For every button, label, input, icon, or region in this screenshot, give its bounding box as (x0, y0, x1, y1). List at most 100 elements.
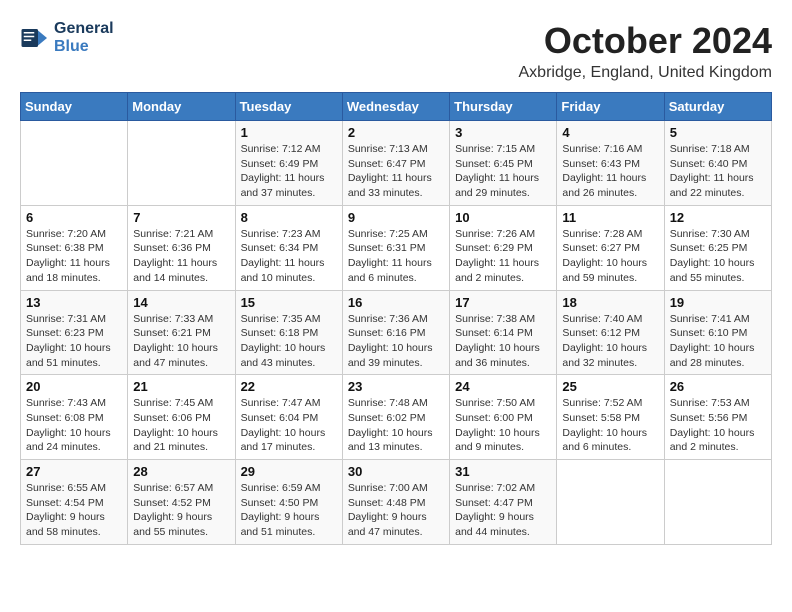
day-info: Sunrise: 7:20 AMSunset: 6:38 PMDaylight:… (26, 227, 122, 286)
calendar-cell: 26Sunrise: 7:53 AMSunset: 5:56 PMDayligh… (664, 375, 771, 460)
calendar-cell: 30 Sunrise: 7:00 AMSunset: 4:48 PMDayligh… (342, 460, 449, 545)
calendar-cell: 11 Sunrise: 7:28 AMSunset: 6:27 PMDayligh… (557, 205, 664, 290)
day-info: Sunrise: 7:18 AMSunset: 6:40 PMDaylight:… (670, 142, 766, 201)
day-number: 29 (241, 464, 337, 479)
weekday-header-row: SundayMondayTuesdayWednesdayThursdayFrid… (21, 93, 772, 121)
day-number: 22 (241, 379, 337, 394)
day-info: Sunrise: 6:57 AMSunset: 4:52 PMDaylight:… (133, 481, 229, 540)
calendar-cell: 4 Sunrise: 7:16 AMSunset: 6:43 PMDaylight… (557, 121, 664, 206)
day-info: Sunrise: 7:47 AMSunset: 6:04 PMDaylight:… (241, 396, 337, 455)
day-number: 3 (455, 125, 551, 140)
day-number: 8 (241, 210, 337, 225)
day-number: 6 (26, 210, 122, 225)
calendar-cell: 3 Sunrise: 7:15 AMSunset: 6:45 PMDaylight… (450, 121, 557, 206)
day-number: 28 (133, 464, 229, 479)
day-info: Sunrise: 7:28 AMSunset: 6:27 PMDaylight:… (562, 227, 658, 286)
calendar-cell (664, 460, 771, 545)
calendar-cell: 31 Sunrise: 7:02 AMSunset: 4:47 PMDayligh… (450, 460, 557, 545)
day-number: 27 (26, 464, 122, 479)
day-info: Sunrise: 7:26 AMSunset: 6:29 PMDaylight:… (455, 227, 551, 286)
day-number: 21 (133, 379, 229, 394)
calendar-cell: 5 Sunrise: 7:18 AMSunset: 6:40 PMDaylight… (664, 121, 771, 206)
logo-icon (20, 23, 50, 53)
weekday-header: Thursday (450, 93, 557, 121)
day-number: 1 (241, 125, 337, 140)
day-number: 2 (348, 125, 444, 140)
weekday-header: Wednesday (342, 93, 449, 121)
day-info: Sunrise: 7:36 AMSunset: 6:16 PMDaylight:… (348, 312, 444, 371)
day-number: 30 (348, 464, 444, 479)
day-info: Sunrise: 7:40 AMSunset: 6:12 PMDaylight:… (562, 312, 658, 371)
day-number: 17 (455, 295, 551, 310)
day-info: Sunrise: 7:13 AMSunset: 6:47 PMDaylight:… (348, 142, 444, 201)
day-number: 19 (670, 295, 766, 310)
calendar-cell: 7Sunrise: 7:21 AMSunset: 6:36 PMDaylight… (128, 205, 235, 290)
calendar-cell: 9 Sunrise: 7:25 AMSunset: 6:31 PMDaylight… (342, 205, 449, 290)
day-number: 11 (562, 210, 658, 225)
calendar-cell (21, 121, 128, 206)
calendar-cell: 14Sunrise: 7:33 AMSunset: 6:21 PMDayligh… (128, 290, 235, 375)
day-number: 12 (670, 210, 766, 225)
weekday-header: Monday (128, 93, 235, 121)
day-info: Sunrise: 7:45 AMSunset: 6:06 PMDaylight:… (133, 396, 229, 455)
calendar-cell: 6 Sunrise: 7:20 AMSunset: 6:38 PMDaylight… (21, 205, 128, 290)
calendar-week-row: 20 Sunrise: 7:43 AMSunset: 6:08 PMDayligh… (21, 375, 772, 460)
calendar-cell: 22 Sunrise: 7:47 AMSunset: 6:04 PMDayligh… (235, 375, 342, 460)
calendar-cell: 24Sunrise: 7:50 AMSunset: 6:00 PMDayligh… (450, 375, 557, 460)
day-number: 5 (670, 125, 766, 140)
title-block: October 2024 Axbridge, England, United K… (519, 20, 773, 82)
calendar-cell: 16 Sunrise: 7:36 AMSunset: 6:16 PMDayligh… (342, 290, 449, 375)
day-number: 16 (348, 295, 444, 310)
day-info: Sunrise: 6:59 AMSunset: 4:50 PMDaylight:… (241, 481, 337, 540)
day-info: Sunrise: 7:31 AMSunset: 6:23 PMDaylight:… (26, 312, 122, 371)
weekday-header: Friday (557, 93, 664, 121)
calendar-cell: 18Sunrise: 7:40 AMSunset: 6:12 PMDayligh… (557, 290, 664, 375)
day-info: Sunrise: 7:38 AMSunset: 6:14 PMDaylight:… (455, 312, 551, 371)
calendar-cell: 23Sunrise: 7:48 AMSunset: 6:02 PMDayligh… (342, 375, 449, 460)
calendar-cell: 2 Sunrise: 7:13 AMSunset: 6:47 PMDaylight… (342, 121, 449, 206)
calendar-cell: 17 Sunrise: 7:38 AMSunset: 6:14 PMDayligh… (450, 290, 557, 375)
day-info: Sunrise: 7:35 AMSunset: 6:18 PMDaylight:… (241, 312, 337, 371)
calendar-cell: 28 Sunrise: 6:57 AMSunset: 4:52 PMDayligh… (128, 460, 235, 545)
page-header: General Blue October 2024 Axbridge, Engl… (20, 20, 772, 82)
day-info: Sunrise: 7:23 AMSunset: 6:34 PMDaylight:… (241, 227, 337, 286)
calendar-cell: 20 Sunrise: 7:43 AMSunset: 6:08 PMDayligh… (21, 375, 128, 460)
calendar-cell: 21 Sunrise: 7:45 AMSunset: 6:06 PMDayligh… (128, 375, 235, 460)
day-info: Sunrise: 7:15 AMSunset: 6:45 PMDaylight:… (455, 142, 551, 201)
day-number: 25 (562, 379, 658, 394)
calendar-cell: 1Sunrise: 7:12 AMSunset: 6:49 PMDaylight… (235, 121, 342, 206)
day-info: Sunrise: 7:43 AMSunset: 6:08 PMDaylight:… (26, 396, 122, 455)
day-number: 4 (562, 125, 658, 140)
calendar-cell: 27Sunrise: 6:55 AMSunset: 4:54 PMDayligh… (21, 460, 128, 545)
calendar-week-row: 1Sunrise: 7:12 AMSunset: 6:49 PMDaylight… (21, 121, 772, 206)
day-info: Sunrise: 7:50 AMSunset: 6:00 PMDaylight:… (455, 396, 551, 455)
day-info: Sunrise: 7:16 AMSunset: 6:43 PMDaylight:… (562, 142, 658, 201)
location: Axbridge, England, United Kingdom (519, 64, 773, 82)
calendar-week-row: 27Sunrise: 6:55 AMSunset: 4:54 PMDayligh… (21, 460, 772, 545)
day-info: Sunrise: 7:30 AMSunset: 6:25 PMDaylight:… (670, 227, 766, 286)
day-number: 20 (26, 379, 122, 394)
day-info: Sunrise: 7:52 AMSunset: 5:58 PMDaylight:… (562, 396, 658, 455)
day-number: 7 (133, 210, 229, 225)
day-info: Sunrise: 7:25 AMSunset: 6:31 PMDaylight:… (348, 227, 444, 286)
weekday-header: Sunday (21, 93, 128, 121)
day-number: 31 (455, 464, 551, 479)
weekday-header: Tuesday (235, 93, 342, 121)
calendar-cell: 29 Sunrise: 6:59 AMSunset: 4:50 PMDayligh… (235, 460, 342, 545)
day-number: 9 (348, 210, 444, 225)
day-info: Sunrise: 7:00 AMSunset: 4:48 PMDaylight:… (348, 481, 444, 540)
calendar-cell: 10 Sunrise: 7:26 AMSunset: 6:29 PMDayligh… (450, 205, 557, 290)
weekday-header: Saturday (664, 93, 771, 121)
day-number: 10 (455, 210, 551, 225)
day-info: Sunrise: 7:33 AMSunset: 6:21 PMDaylight:… (133, 312, 229, 371)
calendar-cell (557, 460, 664, 545)
calendar-cell: 8 Sunrise: 7:23 AMSunset: 6:34 PMDaylight… (235, 205, 342, 290)
calendar-week-row: 6 Sunrise: 7:20 AMSunset: 6:38 PMDaylight… (21, 205, 772, 290)
day-info: Sunrise: 7:02 AMSunset: 4:47 PMDaylight:… (455, 481, 551, 540)
calendar-cell: 13 Sunrise: 7:31 AMSunset: 6:23 PMDayligh… (21, 290, 128, 375)
calendar-cell (128, 121, 235, 206)
calendar-week-row: 13 Sunrise: 7:31 AMSunset: 6:23 PMDayligh… (21, 290, 772, 375)
month-title: October 2024 (519, 20, 773, 62)
day-number: 13 (26, 295, 122, 310)
logo: General Blue (20, 20, 114, 56)
